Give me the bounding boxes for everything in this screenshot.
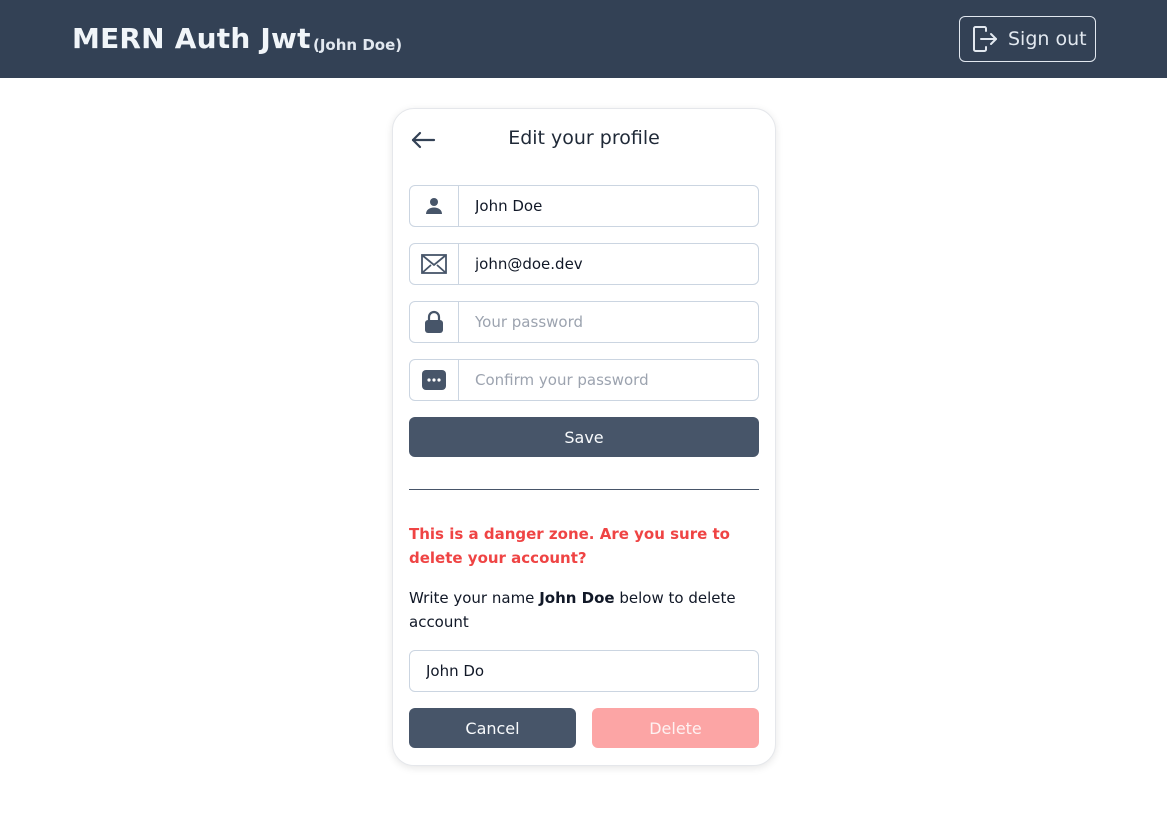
envelope-icon	[410, 244, 459, 284]
password-field	[409, 301, 759, 343]
name-input[interactable]	[459, 186, 758, 226]
instruction-prefix: Write your name	[409, 589, 540, 607]
danger-zone-warning: This is a danger zone. Are you sure to d…	[409, 525, 730, 567]
navbar: MERN Auth Jwt (John Doe) Sign out	[0, 0, 1167, 78]
dots-icon	[410, 360, 459, 400]
email-input[interactable]	[459, 244, 758, 284]
brand-title: MERN Auth Jwt	[72, 22, 311, 55]
cancel-button[interactable]: Cancel	[409, 708, 576, 748]
email-field	[409, 243, 759, 285]
edit-profile-card: Edit your profile John Doe john@doe.dev …	[392, 108, 776, 766]
save-button[interactable]: Save	[409, 417, 759, 457]
page-title: Edit your profile	[508, 127, 660, 149]
lock-icon	[410, 302, 459, 342]
confirm-password-input[interactable]	[459, 360, 758, 400]
divider	[409, 489, 759, 490]
confirm-name-field	[409, 650, 759, 692]
instruction-name: John Doe	[539, 589, 615, 607]
user-icon	[410, 186, 459, 226]
name-field	[409, 185, 759, 227]
password-input[interactable]	[459, 302, 758, 342]
confirm-password-field	[409, 359, 759, 401]
current-user-label: (John Doe)	[313, 36, 403, 54]
sign-out-label: Sign out	[1008, 28, 1087, 50]
delete-instruction: Write your name John Doe below to delete…	[409, 586, 749, 634]
delete-button[interactable]: Delete	[592, 708, 759, 748]
confirm-name-input[interactable]	[410, 651, 758, 691]
sign-out-icon	[973, 26, 997, 52]
sign-out-button[interactable]: Sign out	[959, 16, 1096, 62]
